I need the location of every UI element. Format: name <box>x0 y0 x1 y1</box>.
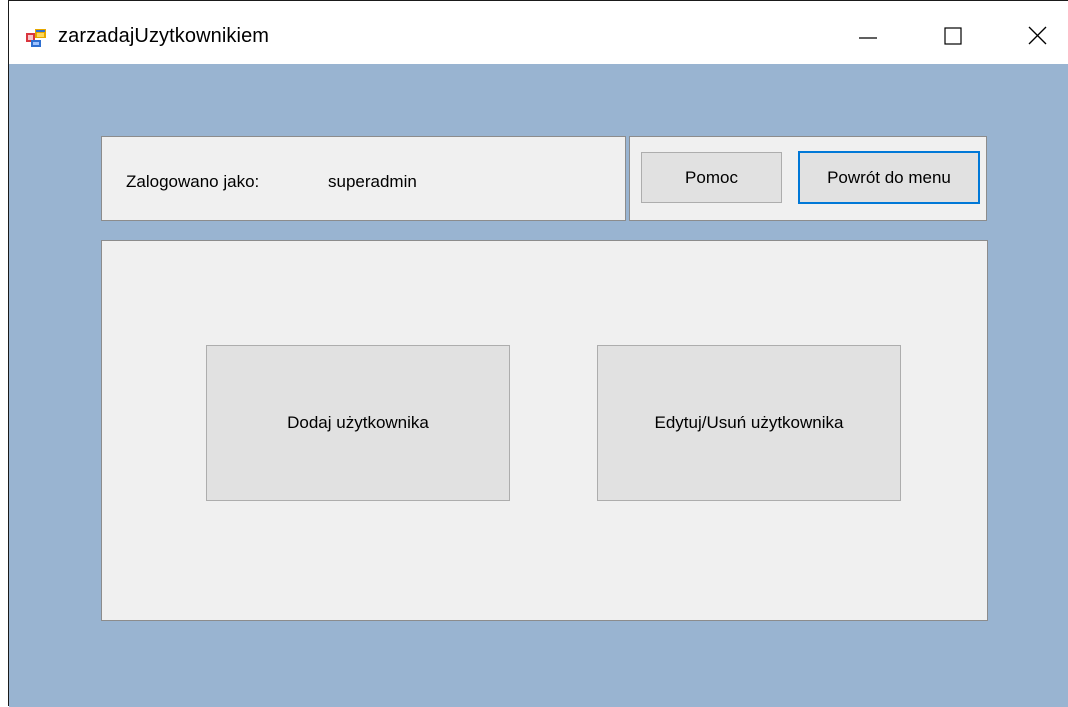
edit-delete-user-button[interactable]: Edytuj/Usuń użytkownika <box>597 345 901 501</box>
help-button[interactable]: Pomoc <box>641 152 782 203</box>
app-window: zarzadajUzytkownikiem Zalogowano jako: s… <box>8 0 1068 707</box>
back-to-menu-button[interactable]: Powrót do menu <box>798 151 980 204</box>
maximize-icon <box>944 27 962 45</box>
logged-in-as-label: Zalogowano jako: <box>126 172 260 191</box>
add-user-button[interactable]: Dodaj użytkownika <box>206 345 510 501</box>
close-icon <box>1028 26 1047 45</box>
winforms-app-icon <box>26 29 46 47</box>
minimize-button[interactable] <box>845 17 891 57</box>
login-info-panel: Zalogowano jako: superadmin <box>101 136 626 221</box>
title-bar[interactable]: zarzadajUzytkownikiem <box>9 1 1068 64</box>
window-title: zarzadajUzytkownikiem <box>58 25 270 47</box>
top-buttons-panel: Pomoc Powrót do menu <box>629 136 987 221</box>
username-value: superadmin <box>328 172 417 191</box>
maximize-button[interactable] <box>930 17 976 57</box>
user-actions-panel: Dodaj użytkownika Edytuj/Usuń użytkownik… <box>101 240 988 621</box>
form-client-area: Zalogowano jako: superadmin Pomoc Powrót… <box>9 64 1068 707</box>
close-button[interactable] <box>1014 17 1060 57</box>
